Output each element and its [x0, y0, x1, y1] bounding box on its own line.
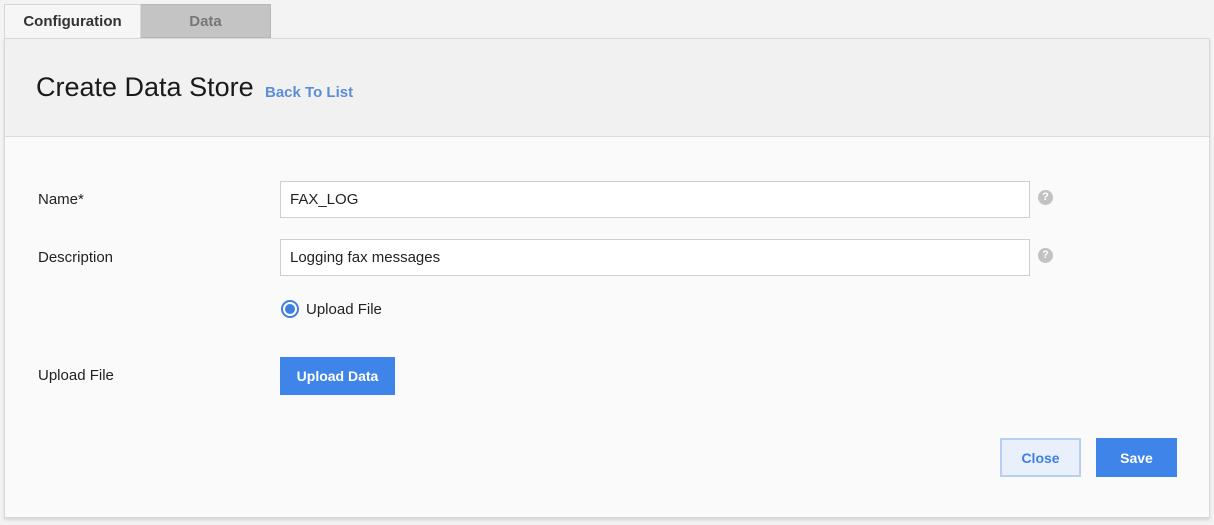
create-data-store-panel: Create Data Store Back To List Name* ? D…: [4, 38, 1210, 518]
close-button[interactable]: Close: [1000, 438, 1081, 477]
upload-file-radio[interactable]: [281, 300, 299, 318]
back-to-list-link[interactable]: Back To List: [265, 84, 353, 101]
name-field[interactable]: [280, 181, 1030, 218]
radio-selected-dot: [285, 304, 295, 314]
upload-data-button[interactable]: Upload Data: [280, 357, 395, 395]
description-help-icon[interactable]: ?: [1038, 248, 1053, 263]
save-button[interactable]: Save: [1096, 438, 1177, 477]
panel-header: Create Data Store Back To List: [5, 39, 1209, 137]
tab-data[interactable]: Data: [141, 4, 271, 38]
page-title: Create Data Store: [36, 72, 254, 102]
upload-file-radio-label: Upload File: [306, 300, 382, 318]
name-label: Name*: [38, 191, 84, 208]
name-help-icon[interactable]: ?: [1038, 190, 1053, 205]
description-label: Description: [38, 249, 114, 266]
upload-file-radio-option[interactable]: Upload File: [281, 300, 382, 318]
tab-bar: Configuration Data: [4, 4, 271, 38]
upload-file-label: Upload File: [38, 367, 114, 384]
tab-configuration[interactable]: Configuration: [4, 4, 141, 38]
description-field[interactable]: [280, 239, 1030, 276]
